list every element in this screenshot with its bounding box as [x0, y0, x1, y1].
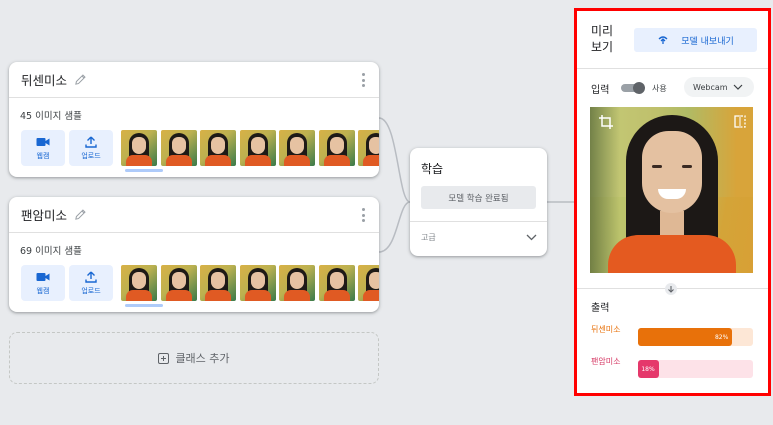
sample-thumbnail[interactable]	[121, 130, 157, 166]
video-camera-icon	[36, 272, 50, 281]
sample-count: 45 이미지 샘플	[20, 111, 82, 122]
add-box-icon	[158, 352, 170, 364]
webcam-label: 웹캠	[36, 286, 50, 295]
edit-pencil-icon[interactable]	[74, 73, 87, 86]
train-model-button[interactable]: 모델 학습 완료됨	[421, 186, 536, 209]
output-class-name: 뒤센미소	[591, 325, 621, 334]
arrow-down-icon	[665, 283, 677, 295]
sample-thumbnail[interactable]	[358, 130, 379, 166]
flip-camera-icon[interactable]	[734, 115, 746, 128]
class-card-header: 뒤센미소	[9, 62, 379, 98]
sample-thumbnails	[121, 265, 379, 301]
output-label: 출력	[591, 303, 610, 314]
input-source-value: Webcam	[693, 82, 728, 92]
webcam-label: 웹캠	[36, 151, 50, 160]
thumbnail-scrollbar[interactable]	[125, 169, 163, 172]
output-row: 팬암미소 18%	[591, 356, 753, 380]
preview-title: 미리 보기	[591, 24, 614, 54]
sample-thumbnail[interactable]	[200, 265, 236, 301]
sample-tools: 웹캠 업로드	[21, 265, 379, 301]
training-title: 학습	[421, 162, 444, 176]
divider	[410, 221, 547, 222]
confidence-bar: 82%	[638, 328, 733, 346]
advanced-toggle[interactable]: 고급	[421, 232, 537, 243]
more-options-icon[interactable]	[361, 208, 365, 222]
upload-icon	[85, 136, 97, 148]
confidence-bar-track: 18%	[638, 360, 753, 378]
confidence-bar-track: 82%	[638, 328, 753, 346]
class-name[interactable]: 팬암미소	[21, 205, 67, 224]
sample-thumbnail[interactable]	[121, 265, 157, 301]
output-row: 뒤센미소 82%	[591, 324, 753, 348]
video-camera-icon	[36, 137, 50, 146]
input-label: 입력	[591, 85, 610, 96]
confidence-bar: 18%	[638, 360, 659, 378]
output-class-name: 팬암미소	[591, 357, 621, 366]
add-class-label: 클래스 추가	[175, 352, 230, 365]
sample-thumbnails	[121, 130, 379, 166]
more-options-icon[interactable]	[361, 73, 365, 87]
training-card: 학습 모델 학습 완료됨 고급	[410, 148, 547, 256]
add-class-button[interactable]: 클래스 추가	[9, 332, 379, 384]
upload-button[interactable]: 업로드	[69, 130, 113, 166]
input-toggle[interactable]	[621, 82, 645, 94]
export-model-button[interactable]: 모델 내보내기	[634, 28, 757, 52]
webcam-button[interactable]: 웹캠	[21, 130, 65, 166]
confidence-percent: 82%	[714, 333, 729, 341]
sample-thumbnail[interactable]	[160, 265, 197, 301]
divider	[577, 68, 768, 69]
class-card-body: 45 이미지 샘플 웹캠 업로드	[9, 98, 379, 177]
export-label: 모델 내보내기	[681, 36, 734, 47]
crop-icon[interactable]	[599, 115, 613, 129]
upload-icon	[85, 271, 97, 283]
sample-thumbnail[interactable]	[318, 130, 355, 166]
upload-button[interactable]: 업로드	[69, 265, 113, 301]
advanced-label: 고급	[421, 233, 436, 242]
chevron-down-icon	[526, 234, 537, 241]
sample-thumbnail[interactable]	[279, 130, 315, 166]
confidence-percent: 18%	[641, 365, 655, 373]
thumbnail-scrollbar[interactable]	[125, 304, 163, 307]
class-card: 팬암미소 69 이미지 샘플 웹캠 업로드	[9, 197, 379, 312]
chevron-down-icon	[733, 84, 743, 90]
input-source-select[interactable]: Webcam	[684, 77, 754, 97]
sample-thumbnail[interactable]	[239, 265, 276, 301]
class-card-header: 팬암미소	[9, 197, 379, 233]
sample-thumbnail[interactable]	[358, 265, 379, 301]
sample-tools: 웹캠 업로드	[21, 130, 379, 166]
upload-label: 업로드	[81, 286, 101, 295]
sample-thumbnail[interactable]	[200, 130, 236, 166]
webcam-feed	[590, 107, 753, 273]
sample-count: 69 이미지 샘플	[20, 246, 82, 257]
sample-thumbnail[interactable]	[160, 130, 197, 166]
edit-pencil-icon[interactable]	[74, 208, 87, 221]
export-broadcast-icon	[658, 36, 668, 44]
sample-thumbnail[interactable]	[318, 265, 355, 301]
class-card-body: 69 이미지 샘플 웹캠 업로드	[9, 233, 379, 312]
preview-panel: 미리 보기 모델 내보내기 입력 사용 Webcam 출력 뒤센미소 82% 팬암미…	[574, 8, 771, 396]
class-card: 뒤센미소 45 이미지 샘플 웹캠 업로드	[9, 62, 379, 177]
class-name[interactable]: 뒤센미소	[21, 70, 67, 89]
upload-label: 업로드	[81, 151, 101, 160]
sample-thumbnail[interactable]	[239, 130, 276, 166]
toggle-label: 사용	[652, 84, 667, 93]
sample-thumbnail[interactable]	[279, 265, 315, 301]
webcam-button[interactable]: 웹캠	[21, 265, 65, 301]
